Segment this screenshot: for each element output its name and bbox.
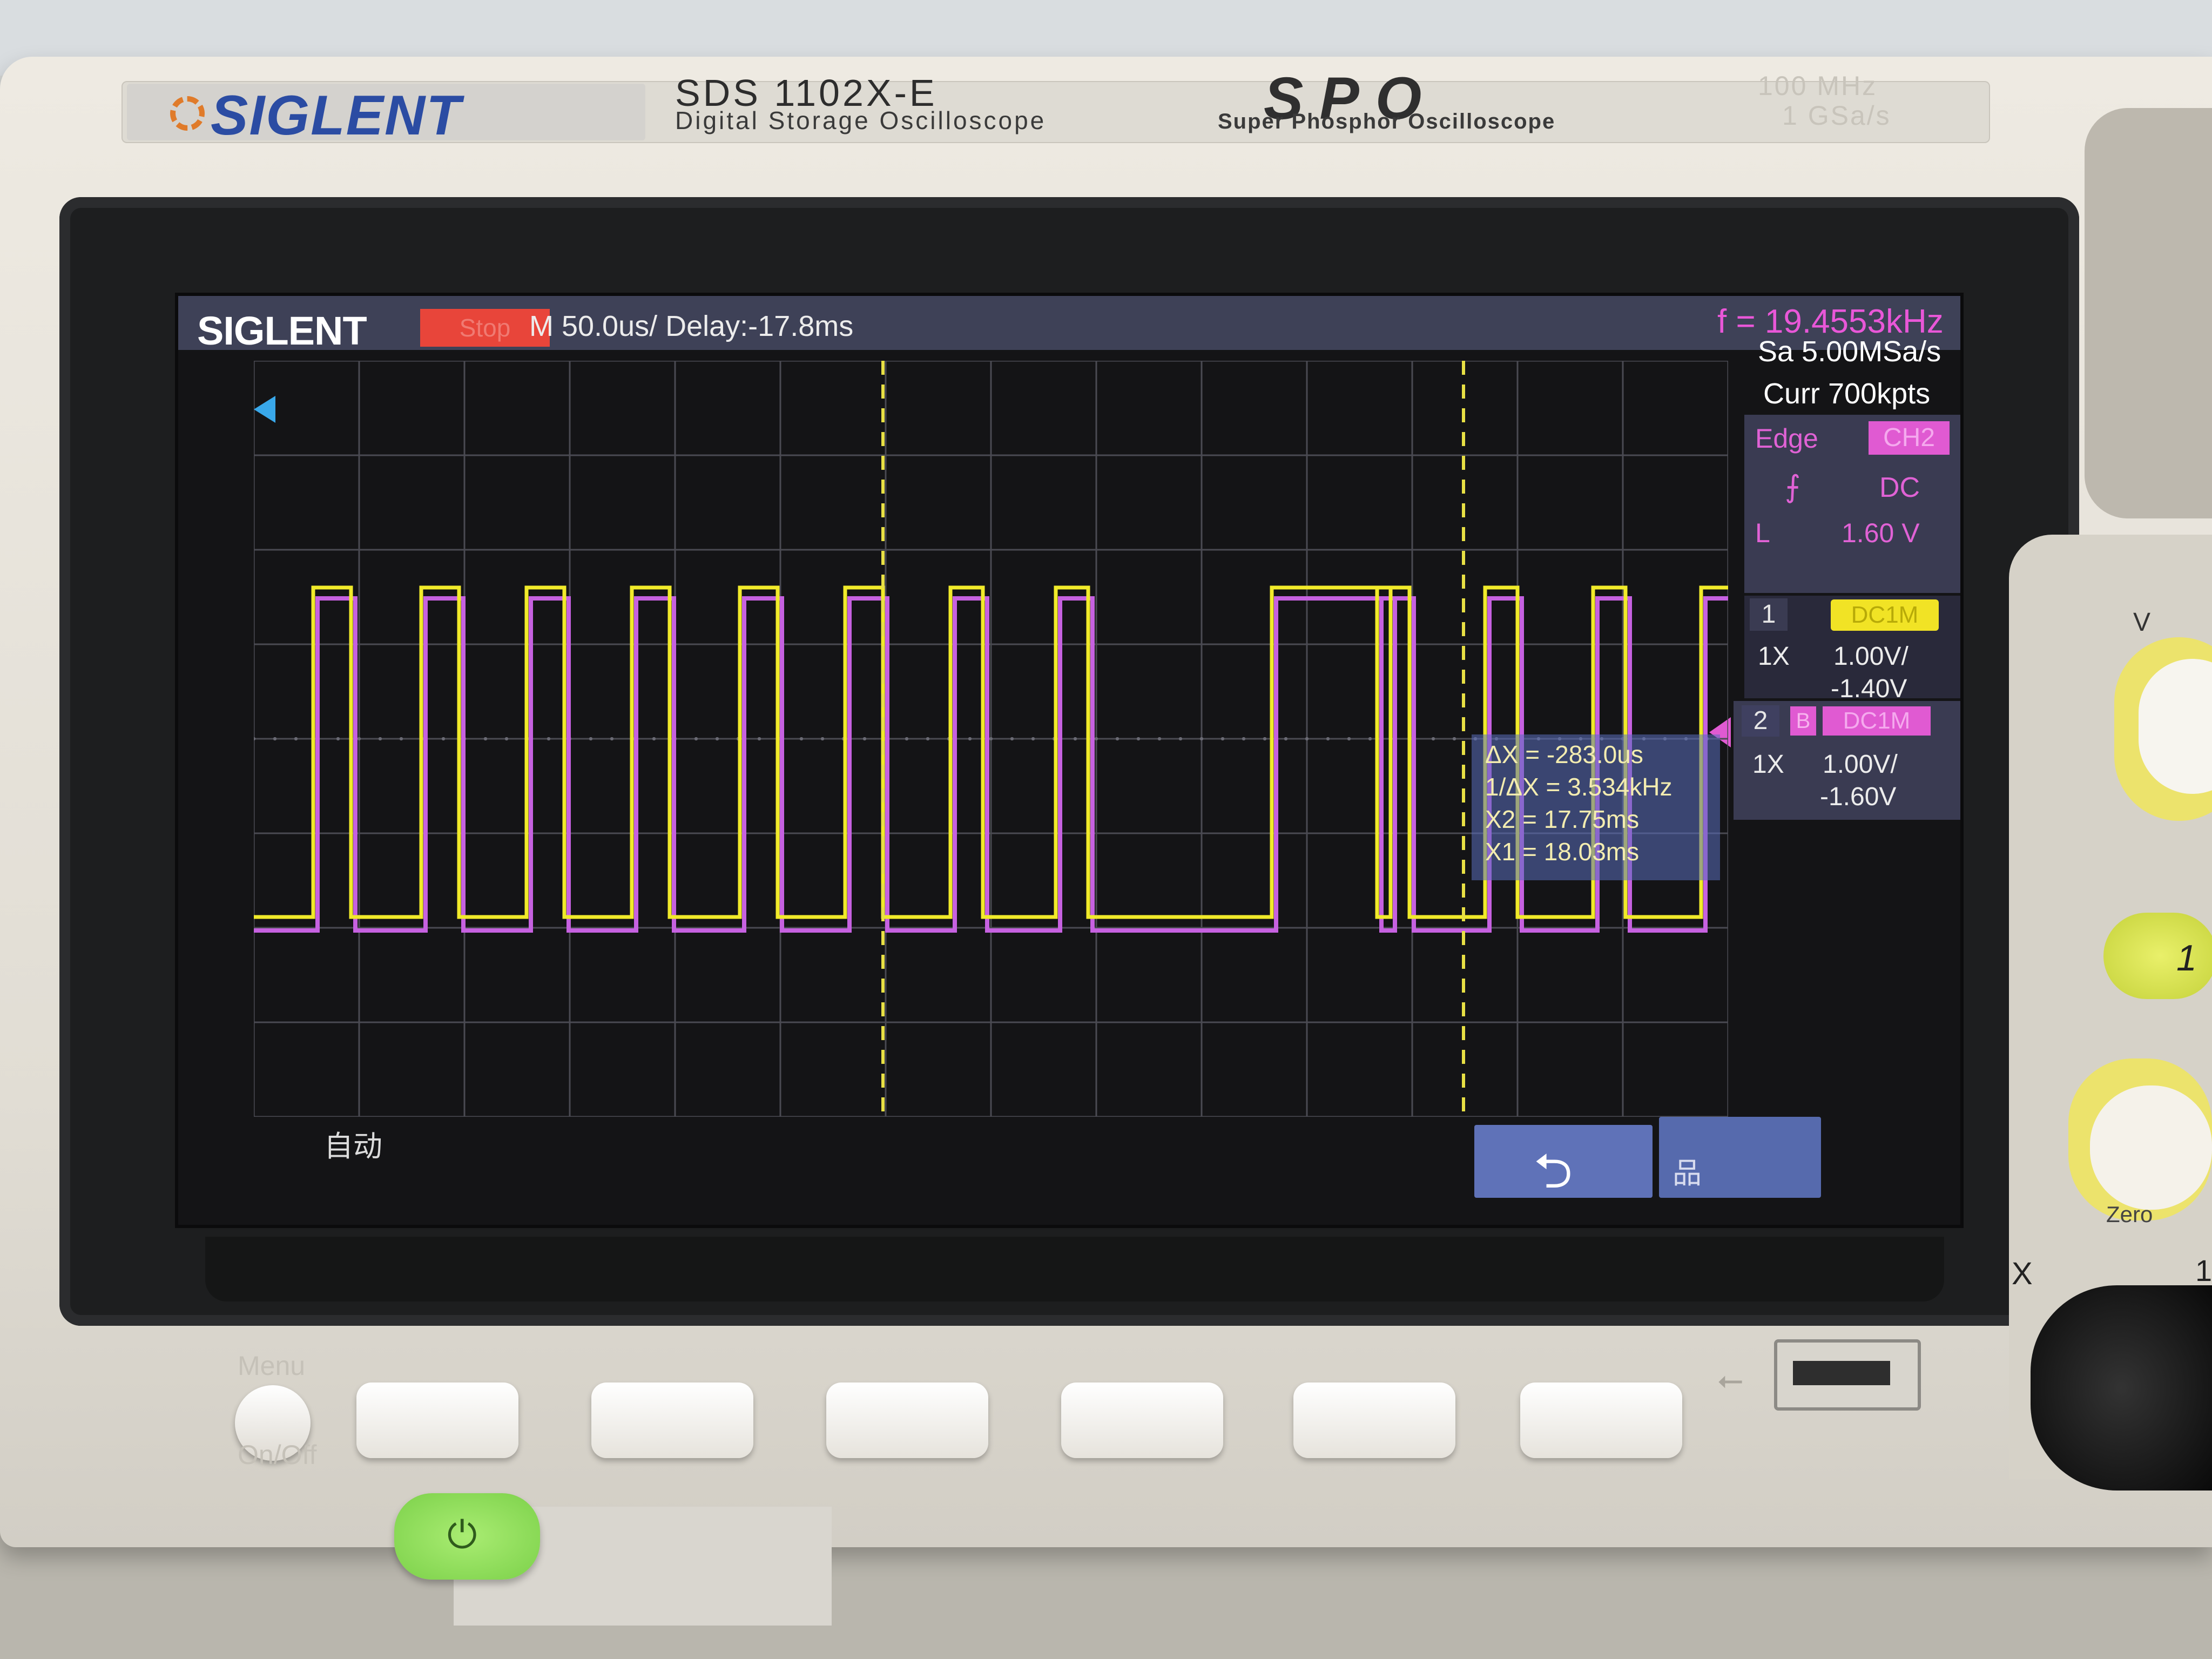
ch1-position-knob[interactable] [2090,1085,2212,1210]
volts-label: V [2133,608,2151,637]
softkey-1[interactable] [356,1382,518,1458]
back-button[interactable]: ⮌ [1474,1125,1653,1198]
network-icon: 品 [1673,1157,1702,1190]
oscilloscope-screen: SIGLENT Stop M 50.0us/ Delay:-17.8ms f =… [178,296,1960,1225]
menu-label: Menu [238,1351,306,1381]
horizontal-knob[interactable] [2031,1285,2212,1491]
softkey-6[interactable] [1520,1382,1682,1458]
usb-slot [1793,1361,1890,1385]
channel1-coupling: DC1M [1831,599,1939,631]
channel2-bw-limit: B [1790,706,1816,736]
trigger-position-icon [254,396,275,423]
spec-bandwidth: 100 MHz [1758,71,1878,101]
sample-rate: Sa 5.00MSa/s [1758,335,1941,368]
delta-x-readout: ΔX = -283.0us [1485,740,1643,768]
channel2-coupling: DC1M [1823,706,1931,736]
channel2-scale: 1.00V/ [1823,750,1898,779]
ch-1-label: 1 [2195,1253,2212,1287]
series-subtitle: Super Phosphor Oscilloscope [1218,110,1556,133]
bezel-lip [205,1237,1944,1301]
x2-readout: X2 = 17.75ms [1485,805,1640,833]
trigger-coupling: DC [1879,472,1920,503]
trigger-type: Edge [1755,423,1818,454]
softkey-4[interactable] [1061,1382,1223,1458]
softkey-3[interactable] [826,1382,988,1458]
zero-label: Zero [2106,1202,2153,1227]
screen-logo: SIGLENT [197,308,367,353]
model-subtitle: Digital Storage Oscilloscope [675,106,1047,134]
usb-icon: ⭠ [1717,1361,1743,1398]
x1-readout: X1 = 18.03ms [1485,838,1640,866]
brand-logo: SIGLENT [211,84,462,147]
memory-depth: Curr 700kpts [1763,377,1931,410]
channel1-number: 1 [1750,598,1788,631]
trigger-level: 1.60 V [1842,518,1920,548]
channel1-scale: 1.00V/ [1833,642,1908,671]
softkey-5[interactable] [1293,1382,1455,1458]
channel2-probe: 1X [1752,750,1784,779]
inverse-delta-x-readout: 1/ΔX = 3.534kHz [1485,773,1673,801]
x-label: X [2012,1256,2033,1291]
channel1-offset: -1.40V [1831,675,1907,703]
power-icon: ⏻ [447,1514,477,1556]
siglent-swirl-icon [170,96,205,131]
acquisition-mode: 自动 [324,1130,382,1163]
onoff-label: On/Off [238,1440,317,1470]
cursor-measurement-box: ΔX = -283.0us 1/ΔX = 3.534kHz X2 = 17.75… [1472,734,1720,880]
top-right-knob-housing [2085,108,2212,518]
softkey-2[interactable] [591,1382,753,1458]
trigger-source: CH2 [1869,421,1950,455]
channel1-button-label: 1 [2176,938,2197,979]
trigger-level-key: L [1755,518,1770,548]
spec-samplerate: 1 GSa/s [1782,100,1891,131]
return-arrow-icon: ⮌ [1534,1144,1573,1198]
channel1-probe: 1X [1758,642,1790,671]
channel2-number: 2 [1742,705,1779,737]
timebase-readout: M 50.0us/ Delay:-17.8ms [529,310,854,342]
rising-edge-icon: ⨍ [1785,469,1801,503]
network-button[interactable]: 品 [1659,1117,1821,1198]
channel2-offset: -1.60V [1820,783,1897,811]
